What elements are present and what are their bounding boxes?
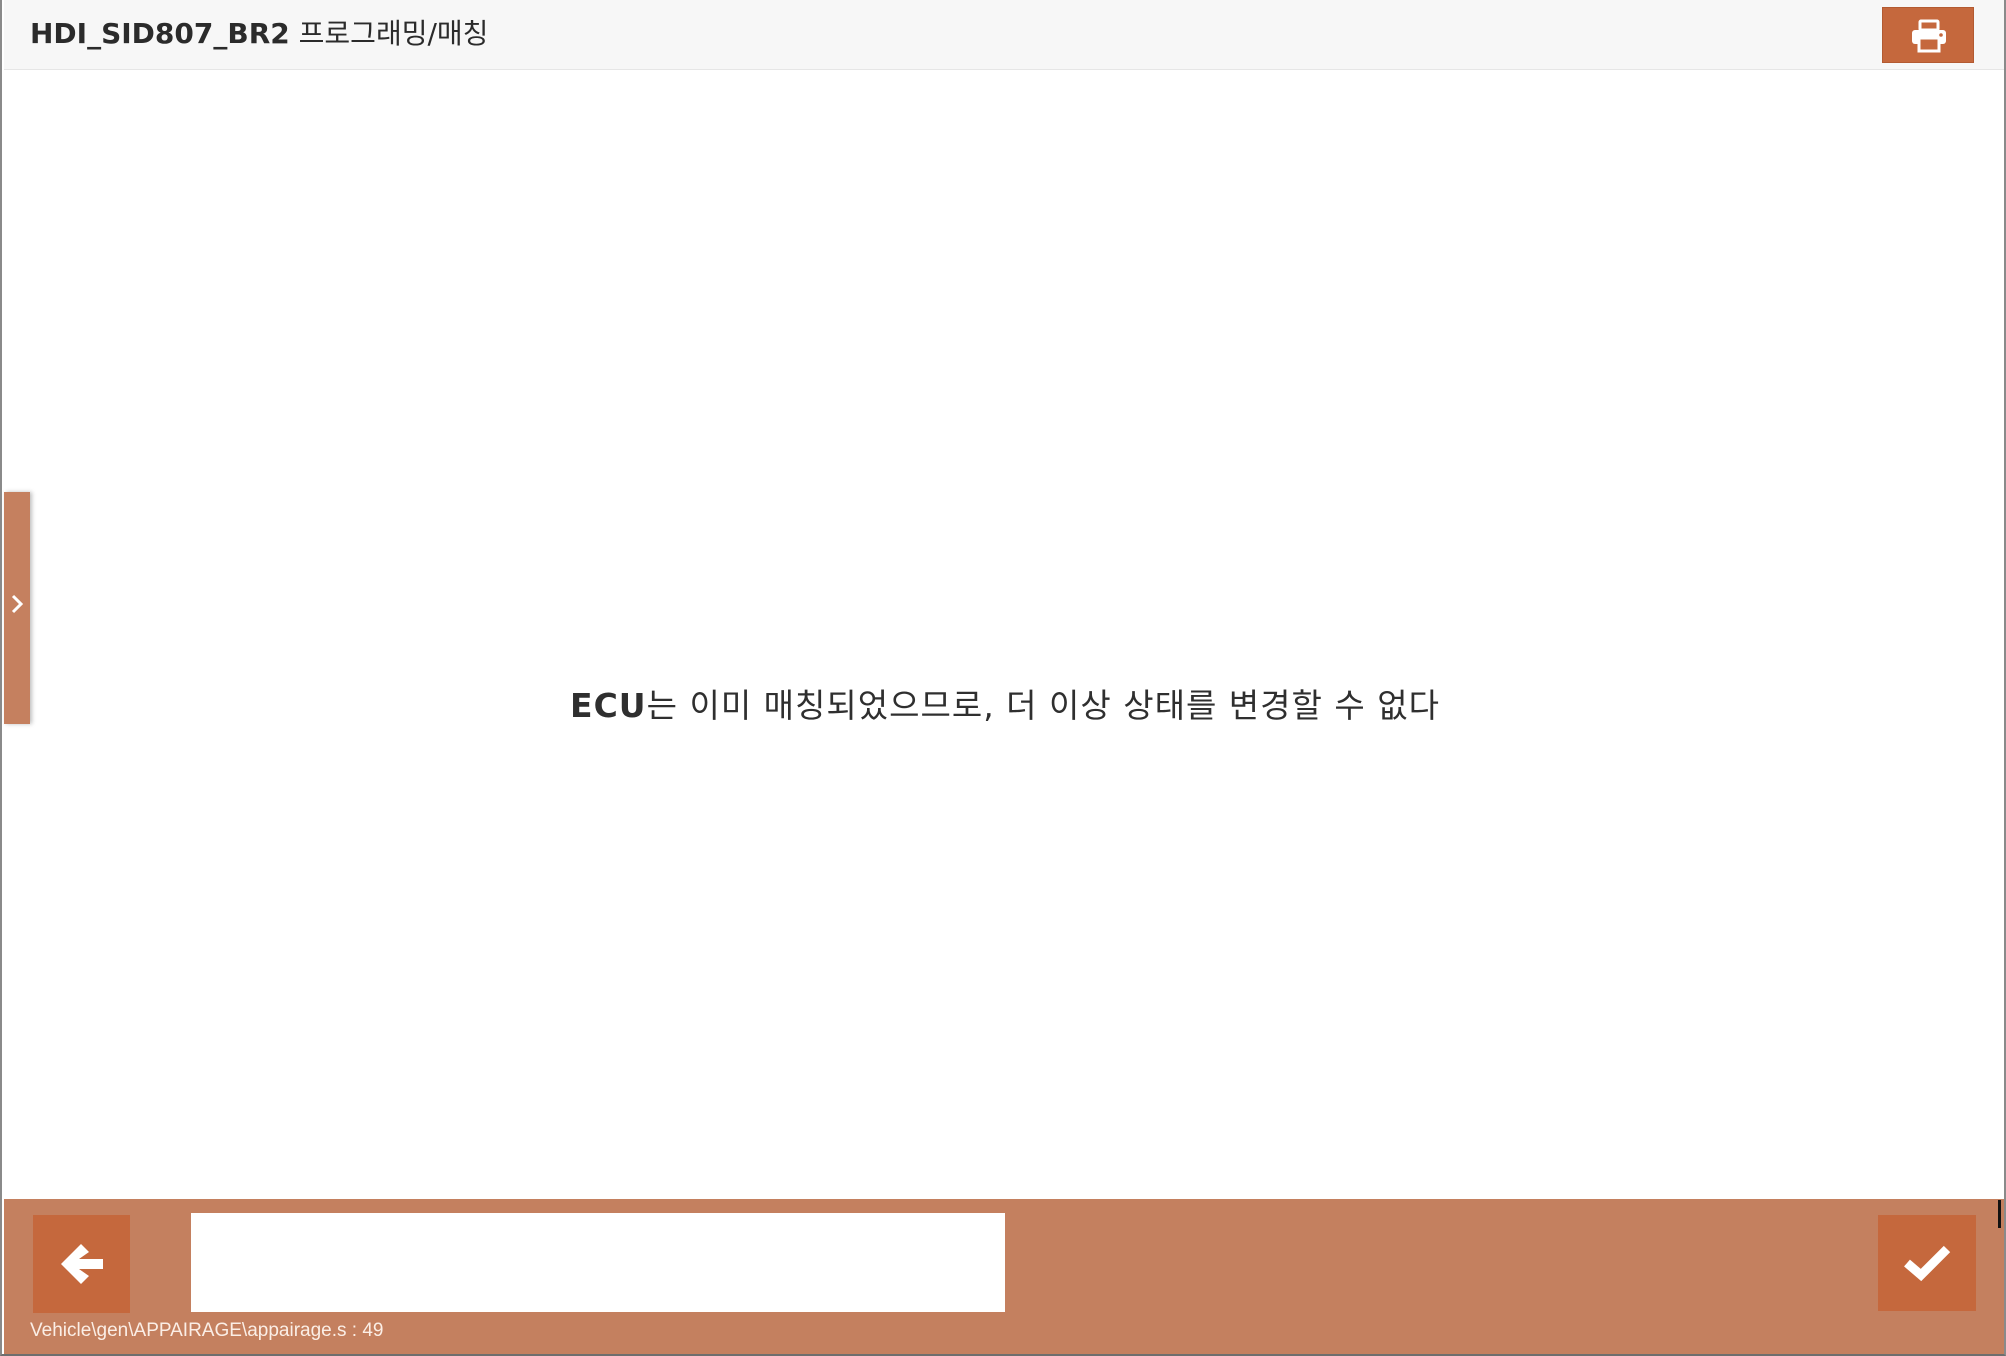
status-message-ecu: ECU (570, 686, 647, 725)
header-bar: HDI_SID807_BR2 프로그래밍/매칭 (4, 0, 2004, 70)
chevron-right-icon (11, 594, 24, 614)
page-title-ecu: HDI_SID807_BR2 (30, 17, 290, 50)
status-message: ECU는 이미 매칭되었으므로, 더 이상 상태를 변경할 수 없다 (2, 682, 2006, 730)
arrow-left-icon (61, 1244, 103, 1284)
confirm-button[interactable] (1878, 1215, 1976, 1311)
scrollbar-marker (1998, 1200, 2001, 1228)
status-message-text: 는 이미 매칭되었으므로, 더 이상 상태를 변경할 수 없다 (646, 686, 1440, 725)
page-title-function: 프로그래밍/매칭 (289, 17, 489, 50)
print-button[interactable] (1882, 7, 1974, 63)
script-path-label: Vehicle\gen\APPAIRAGE\appairage.s : 49 (30, 1320, 384, 1341)
printer-icon (1912, 19, 1946, 53)
app-window: HDI_SID807_BR2 프로그래밍/매칭 ECU는 이미 매칭되었으므로,… (0, 0, 2006, 1356)
footer-bar: Vehicle\gen\APPAIRAGE\appairage.s : 49 (4, 1199, 2004, 1354)
input-field[interactable] (191, 1213, 1005, 1312)
back-button[interactable] (33, 1215, 130, 1313)
page-title: HDI_SID807_BR2 프로그래밍/매칭 (30, 14, 488, 54)
checkmark-icon (1904, 1245, 1951, 1282)
